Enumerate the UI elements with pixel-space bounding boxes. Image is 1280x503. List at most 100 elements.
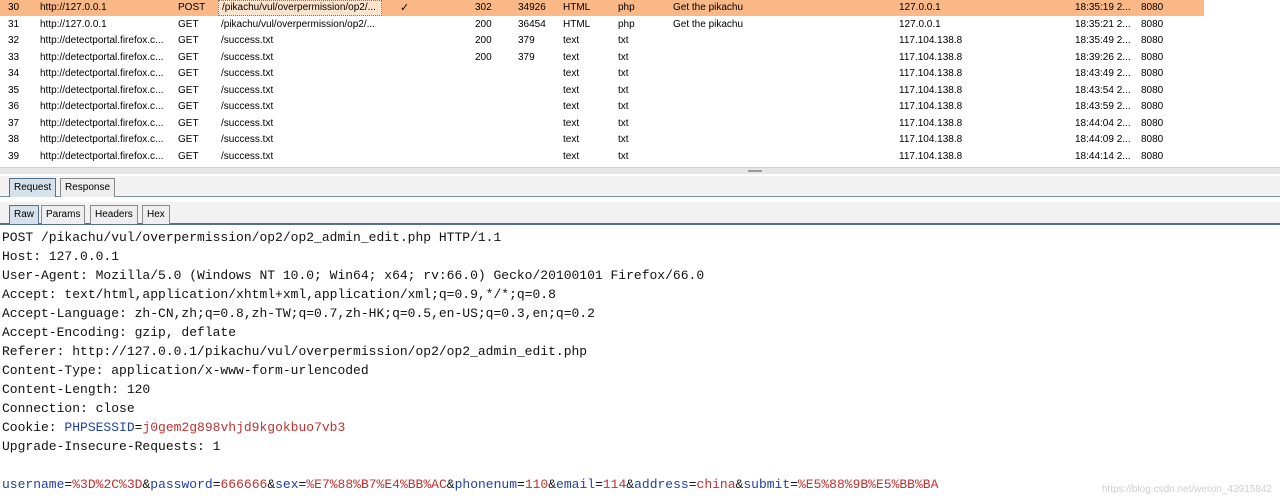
cell-num: 31 [8, 18, 20, 30]
view-tab-bar: Raw Params Headers Hex [0, 202, 1280, 225]
cell-title [673, 50, 783, 66]
cell-method: POST [178, 2, 206, 13]
checkmark-icon [400, 50, 414, 66]
table-row[interactable]: 37 http://detectportal.firefox.c... GET/su… [0, 116, 1204, 132]
cell-num: 35 [8, 84, 20, 96]
checkmark-icon: ✓ [400, 1, 410, 14]
cell-method: GET [178, 35, 199, 46]
param-name: password [150, 477, 213, 492]
horizontal-scrollbar[interactable] [0, 167, 1280, 174]
cell-length: 34926 [518, 2, 546, 13]
param-value: 110 [524, 477, 549, 492]
cell-length: 379 [518, 35, 535, 46]
header-line: Referer: http://127.0.0.1/pikachu/vul/ov… [2, 344, 588, 359]
table-row[interactable]: 30 http://127.0.0.1 POST/pikachu/vul/overp… [0, 0, 1204, 16]
table-row[interactable]: 36 http://detectportal.firefox.c... GET/su… [0, 99, 1204, 115]
checkmark-icon [400, 17, 414, 33]
table-row[interactable]: 33 http://detectportal.firefox.c... GET/su… [0, 50, 1204, 66]
cell-time: 18:44:04 2... [1075, 117, 1131, 129]
cell-status [475, 132, 501, 148]
cell-ext: txt [618, 134, 629, 145]
cell-title [673, 116, 783, 132]
cell-title [673, 149, 783, 165]
param-name: phonenum [454, 477, 518, 492]
cell-ext: txt [618, 101, 629, 112]
table-row[interactable]: 31 http://127.0.0.1 GET/pikachu/vul/overpe… [0, 17, 1204, 33]
cell-ip: 127.0.0.1 [899, 18, 941, 30]
cell-port: 8080 [1141, 117, 1164, 129]
param-name: submit [743, 477, 791, 492]
cell-title: Get the pikachu [673, 2, 744, 13]
cell-mime: text [563, 101, 580, 112]
checkmark-icon [400, 66, 414, 82]
proxy-history-table[interactable]: 30 http://127.0.0.1 POST/pikachu/vul/overp… [0, 0, 1204, 168]
checkmark-icon [400, 33, 414, 49]
cell-method: GET [178, 18, 199, 30]
table-row[interactable]: 32 http://detectportal.firefox.c... GET/su… [0, 33, 1204, 49]
cell-url: /success.txt [221, 134, 274, 145]
table-row[interactable]: 39 http://detectportal.firefox.c... GET/su… [0, 149, 1204, 165]
cell-time: 18:44:14 2... [1075, 150, 1131, 162]
cell-title [673, 132, 783, 148]
tab-raw[interactable]: Raw [9, 205, 40, 224]
cell-ext: txt [618, 150, 629, 162]
cell-length [518, 66, 554, 82]
header-line: Accept-Encoding: gzip, deflate [2, 325, 237, 340]
cell-host: http://127.0.0.1 [40, 2, 107, 13]
cell-mime: HTML [563, 18, 591, 30]
cell-method: GET [178, 150, 199, 162]
cell-num: 38 [8, 134, 20, 145]
cookie-value: j0gem2g898vhjd9kgokbuo7vb3 [142, 420, 346, 435]
tab-response[interactable]: Response [60, 178, 116, 197]
cell-status [475, 99, 501, 115]
cell-mime: text [563, 84, 580, 96]
cell-status [475, 66, 501, 82]
tab-params[interactable]: Params [41, 205, 86, 224]
tab-hex[interactable]: Hex [142, 205, 170, 224]
cell-time: 18:39:26 2... [1075, 51, 1131, 63]
splitter-grip[interactable] [748, 170, 762, 172]
tab-headers[interactable]: Headers [90, 205, 138, 224]
cell-port: 8080 [1141, 150, 1164, 162]
header-line: Accept: text/html,application/xhtml+xml,… [2, 287, 556, 302]
cell-url: /success.txt [221, 117, 274, 129]
param-value: %E7%88%B7%E4%BB%AC [306, 477, 447, 492]
cell-ext: php [618, 2, 635, 13]
cell-ip: 117.104.138.8 [899, 68, 963, 79]
cell-status: 200 [475, 35, 492, 46]
checkmark-icon [400, 132, 414, 148]
cell-method: GET [178, 51, 199, 63]
header-line: Content-Type: application/x-www-form-url… [2, 363, 369, 378]
tab-request[interactable]: Request [9, 178, 57, 197]
cell-time: 18:43:49 2... [1075, 68, 1131, 79]
cell-length: 379 [518, 51, 535, 63]
cell-ip: 117.104.138.8 [899, 150, 963, 162]
param-value: 666666 [220, 477, 268, 492]
param-value: china [696, 477, 736, 492]
cell-ip: 117.104.138.8 [899, 117, 963, 129]
cell-ext: php [618, 18, 635, 30]
cell-ip: 117.104.138.8 [899, 134, 963, 145]
header-line: User-Agent: Mozilla/5.0 (Windows NT 10.0… [2, 268, 705, 283]
cell-length [518, 116, 554, 132]
cell-url: /success.txt [221, 101, 274, 112]
cell-host: http://127.0.0.1 [40, 18, 107, 30]
cell-port: 8080 [1141, 18, 1164, 30]
param-name: username [2, 477, 65, 492]
cell-method: GET [178, 101, 199, 112]
raw-request-editor[interactable]: POST /pikachu/vul/overpermission/op2/op2… [0, 228, 1280, 503]
cell-host: http://detectportal.firefox.c... [40, 101, 164, 112]
cell-url: /pikachu/vul/overpermission/op2/... [221, 18, 375, 30]
table-row[interactable]: 38 http://detectportal.firefox.c... GET/su… [0, 132, 1204, 148]
cell-url: /success.txt [221, 51, 274, 63]
cell-url: /success.txt [221, 84, 274, 96]
cell-num: 33 [8, 51, 20, 63]
cell-num: 30 [8, 2, 20, 13]
param-value: %3D%2C%3D [72, 477, 143, 492]
table-row[interactable]: 35 http://detectportal.firefox.c... GET/su… [0, 83, 1204, 99]
cell-length [518, 149, 554, 165]
cell-ip: 117.104.138.8 [899, 35, 963, 46]
cell-title [673, 33, 783, 49]
table-row[interactable]: 34 http://detectportal.firefox.c... GET/su… [0, 66, 1204, 82]
cell-host: http://detectportal.firefox.c... [40, 51, 164, 63]
